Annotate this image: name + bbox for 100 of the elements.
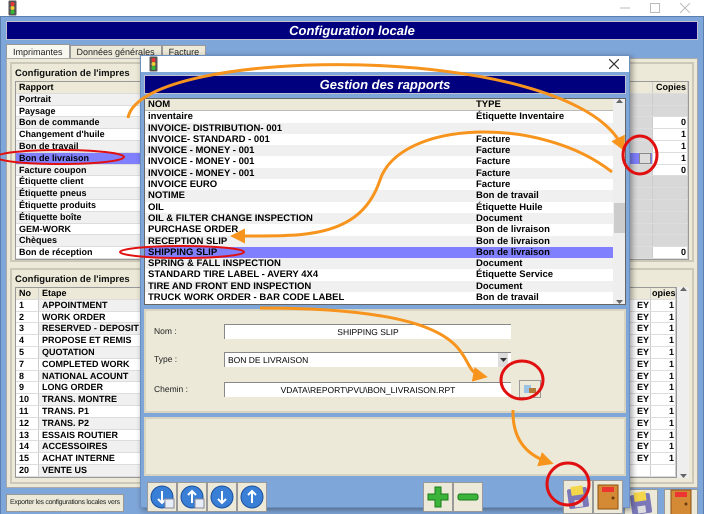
list-row[interactable]: PURCHASE ORDER Bon de livraison [145, 224, 613, 236]
table-cell: TRANS. P1 [42, 406, 90, 416]
table-cell: RESERVED - DEPOSIT [42, 323, 139, 334]
report-type: Facture [476, 145, 510, 156]
up-arrow-button[interactable] [237, 482, 267, 512]
report-type: Étiquette Huile [476, 202, 543, 213]
table-cell: Étiquette client [19, 176, 84, 186]
name-field[interactable]: SHIPPING SLIP [224, 324, 511, 339]
table-cell: Bon de travail [19, 140, 79, 151]
scrollbar[interactable] [613, 99, 625, 304]
list-row[interactable]: INVOICE EURO Facture [145, 179, 613, 190]
browse-icon [523, 383, 537, 396]
list-row[interactable]: OIL Étiquette Huile [145, 202, 613, 213]
table-cell: EY [636, 312, 649, 322]
list-row[interactable]: RECEPTION SLIP Bon de livraison [145, 236, 613, 247]
table-cell: EY [636, 370, 649, 381]
table-cell: 4 [19, 335, 24, 346]
table-cell: 14 [19, 441, 30, 452]
add-button[interactable] [423, 482, 453, 512]
list-row[interactable]: INVOICE - MONEY - 001 Facture [145, 168, 613, 180]
table-cell: TRANS. MONTRE [42, 394, 117, 404]
report-name: SPRING & FALL INSPECTION [148, 258, 281, 270]
table-cell: ACHAT INTERNE [42, 453, 115, 464]
table-cell: GEM-WORK [19, 224, 71, 234]
scroll-up-icon[interactable] [680, 287, 686, 291]
traffic-light-icon [149, 56, 158, 72]
scrollbar[interactable] [677, 287, 689, 478]
table-cell: 3 [19, 323, 24, 334]
report-name: STANDARD TIRE LABEL - AVERY 4X4 [148, 269, 318, 280]
table-cell: COMPLETED WORK [42, 358, 130, 369]
report-name: INVOICE - MONEY - 001 [148, 145, 254, 156]
list-row[interactable]: NOTIME Bon de travail [145, 190, 613, 202]
type-dropdown[interactable]: BON DE LIVRAISON [224, 352, 511, 367]
down-arrow-button[interactable] [207, 482, 237, 512]
table-cell: Facture coupon [19, 164, 87, 175]
report-name: SHIPPING SLIP [148, 246, 218, 258]
table-cell: 0 [680, 117, 686, 128]
table-cell: 1 [668, 418, 674, 428]
close-icon[interactable] [609, 59, 619, 69]
scroll-thumb[interactable] [614, 203, 624, 233]
table-cell: TRANS. P2 [42, 418, 90, 428]
dropdown-arrow-icon[interactable] [500, 358, 506, 362]
table-cell: Bon de commande [19, 117, 100, 128]
table-cell: EY [636, 430, 649, 440]
list-row[interactable]: INVOICE- STANDARD - 001 Facture [145, 134, 613, 146]
table-cell: EY [636, 453, 649, 464]
table-cell: 1 [668, 406, 674, 416]
list-row[interactable]: OIL & FILTER CHANGE INSPECTION Document [145, 212, 613, 224]
tab[interactable]: Données générales [70, 45, 162, 58]
list-row[interactable]: INVOICE - MONEY - 001 Facture [145, 156, 613, 168]
tab[interactable]: Imprimantes [6, 44, 70, 58]
list-row[interactable]: STANDARD TIRE LABEL - AVERY 4X4 Étiquette Service [145, 269, 613, 281]
table-cell: EY [636, 406, 649, 416]
table-cell: 1 [668, 370, 674, 381]
table-cell: Bon de réception [19, 247, 93, 258]
report-name: INVOICE - MONEY - 001 [148, 168, 254, 179]
report-type: Document [476, 212, 522, 224]
annotation-arrow [512, 410, 554, 466]
table-cell: 1 [680, 152, 686, 163]
path-field[interactable]: VDATA\REPORT\PVU\BON_LIVRAISON.RPT [224, 382, 511, 397]
table-cell: 1 [668, 358, 674, 369]
list-row[interactable]: inventaire Étiquette Inventaire [145, 111, 613, 123]
dialog-title: Gestion des rapports [144, 75, 626, 94]
table-cell: 13 [19, 430, 30, 440]
table-cell: EY [636, 335, 649, 346]
table-cell: 1 [668, 430, 674, 440]
table-cell: 11 [19, 406, 29, 416]
up-arrow-button[interactable] [177, 482, 207, 512]
list-row[interactable]: TIRE AND FRONT END INSPECTION Document [145, 280, 613, 292]
table-cell: EY [636, 418, 649, 428]
report-type: Étiquette Inventaire [476, 111, 564, 122]
exit-button[interactable] [664, 488, 698, 514]
table-cell: Bon de livraison [19, 152, 90, 163]
minus-icon [457, 493, 479, 501]
remove-button[interactable] [453, 482, 483, 512]
list-row[interactable]: SPRING & FALL INSPECTION Document [145, 258, 613, 270]
column-header: opies [651, 288, 676, 299]
list-row[interactable]: INVOICE- DISTRIBUTION- 001 [145, 122, 613, 134]
list-row[interactable]: INVOICE - MONEY - 001 Facture [145, 145, 613, 156]
field-label: Nom : [154, 326, 178, 336]
table-cell: 1 [668, 394, 674, 404]
report-type: Étiquette Service [476, 269, 554, 280]
report-name: RECEPTION SLIP [148, 236, 228, 247]
ellipsis-button[interactable] [639, 152, 651, 164]
table-cell: EY [636, 382, 649, 392]
report-name: PURCHASE ORDER [148, 224, 238, 236]
down-arrow-button[interactable] [147, 482, 177, 512]
report-name: NOTIME [148, 190, 185, 202]
traffic-light-icon [8, 0, 17, 16]
table-cell: Étiquette boîte [19, 212, 82, 222]
report-name: INVOICE EURO [148, 179, 218, 190]
report-type: Facture [476, 168, 510, 179]
table-cell: VENTE US [42, 464, 88, 475]
table-cell: 2 [19, 312, 24, 322]
table-cell: Étiquette produits [19, 200, 96, 210]
scroll-down-icon[interactable] [680, 474, 686, 478]
table-cell: Étiquette pneus [19, 188, 87, 198]
report-type: Bon de livraison [476, 236, 550, 247]
exit-button[interactable] [593, 480, 623, 514]
scroll-up-icon[interactable] [616, 99, 622, 103]
